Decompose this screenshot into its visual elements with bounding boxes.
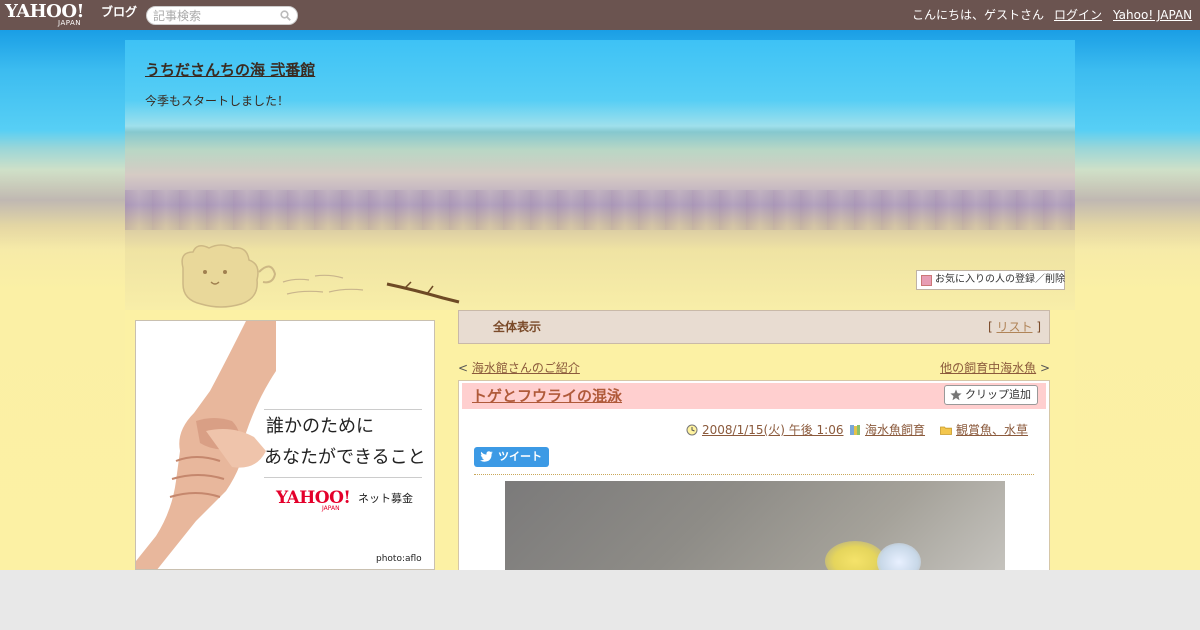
tab-list-view[interactable]: リスト [996, 320, 1032, 334]
ad-copy-line2: あなたができること [264, 447, 426, 468]
article-folder: 観賞魚、水草 [940, 423, 1028, 437]
article-divider [474, 474, 1034, 475]
sand-bear-doodle [181, 244, 460, 308]
greeting-text: こんにちは、ゲストさん [912, 8, 1045, 22]
article-date-link[interactable]: 2008/1/15(火) 午後 1:06 [702, 423, 843, 437]
tweet-button[interactable]: ツイート [474, 447, 549, 467]
top-bar: YAHOO! JAPAN ブログ こんにちは、ゲストさん ログイン Yahoo!… [0, 0, 1200, 30]
holding-hands-image [136, 321, 276, 569]
article-date: 2008/1/15(火) 午後 1:06 [686, 423, 843, 437]
ad-copy-line1: 誰かのために [266, 416, 374, 437]
next-arrow: > [1036, 361, 1050, 375]
header-shore [125, 190, 1075, 230]
ad-divider-top [264, 409, 422, 410]
prev-article-nav: < 海水館さんのご紹介 [458, 360, 580, 376]
article: トゲとフウライの混泳 クリップ追加 2008/1/15(火) 午後 1:06 海… [458, 380, 1050, 580]
logo-sub: JAPAN [58, 19, 82, 27]
tab-list-wrapper: [ リスト ] [988, 320, 1041, 334]
favorite-register-button[interactable]: お気に入りの人の登録／削除 [916, 270, 1065, 290]
article-category-link[interactable]: 海水魚飼育 [865, 423, 925, 437]
search-icon[interactable] [280, 10, 291, 21]
tab-all-view[interactable]: 全体表示 [493, 320, 541, 334]
search-input[interactable] [153, 8, 273, 23]
page-bottom [0, 570, 1200, 630]
article-header: トゲとフウライの混泳 クリップ追加 [462, 383, 1046, 409]
logo-blog-label: ブログ [101, 5, 138, 19]
article-category: 海水魚飼育 [849, 423, 925, 437]
article-photo[interactable] [505, 481, 1005, 579]
blog-description: 今季もスタートしました！ [145, 94, 290, 108]
article-folder-link[interactable]: 観賞魚、水草 [956, 423, 1028, 437]
favorite-button-label: お気に入りの人の登録／削除 [935, 274, 1065, 285]
ad-divider-bottom [264, 477, 422, 478]
view-tab-bar: 全体表示 [ リスト ] [458, 310, 1050, 344]
list-bracket-close: ] [1032, 320, 1041, 334]
favorite-icon [921, 275, 932, 286]
blog-title[interactable]: うちださんちの海 弐番館 [145, 60, 315, 80]
article-title[interactable]: トゲとフウライの混泳 [472, 387, 622, 405]
category-book-icon [850, 425, 860, 435]
clip-add-button[interactable]: クリップ追加 [944, 385, 1038, 405]
tweet-label: ツイート [498, 450, 542, 463]
charity-ad-banner[interactable]: 誰かのために あなたができること YAHOO! JAPAN ネット募金 phot… [135, 320, 435, 570]
yahoo-japan-link[interactable]: Yahoo! JAPAN [1113, 8, 1192, 22]
star-icon [950, 389, 962, 401]
folder-icon [940, 426, 952, 435]
login-link[interactable]: ログイン [1054, 8, 1102, 22]
blog-container: うちださんちの海 弐番館 今季もスタートしました！ お気に入りの人の登録／削除 [125, 40, 1075, 580]
ad-yahoo-logo-sub: JAPAN [322, 505, 340, 512]
clock-icon [686, 424, 698, 436]
prev-article-link[interactable]: 海水館さんのご紹介 [472, 361, 580, 375]
next-article-nav: 他の飼育中海水魚 > [940, 360, 1050, 376]
yahoo-blog-logo[interactable]: YAHOO! JAPAN ブログ [5, 2, 140, 28]
ad-photo-credit: photo:aflo [376, 554, 422, 564]
ad-logo-label: ネット募金 [358, 492, 413, 505]
blog-header: うちださんちの海 弐番館 今季もスタートしました！ お気に入りの人の登録／削除 [125, 40, 1075, 310]
twitter-bird-icon [480, 451, 493, 462]
prev-arrow: < [458, 361, 472, 375]
search-box [146, 6, 298, 25]
next-article-link[interactable]: 他の飼育中海水魚 [940, 361, 1036, 375]
clip-add-label: クリップ追加 [965, 388, 1031, 401]
